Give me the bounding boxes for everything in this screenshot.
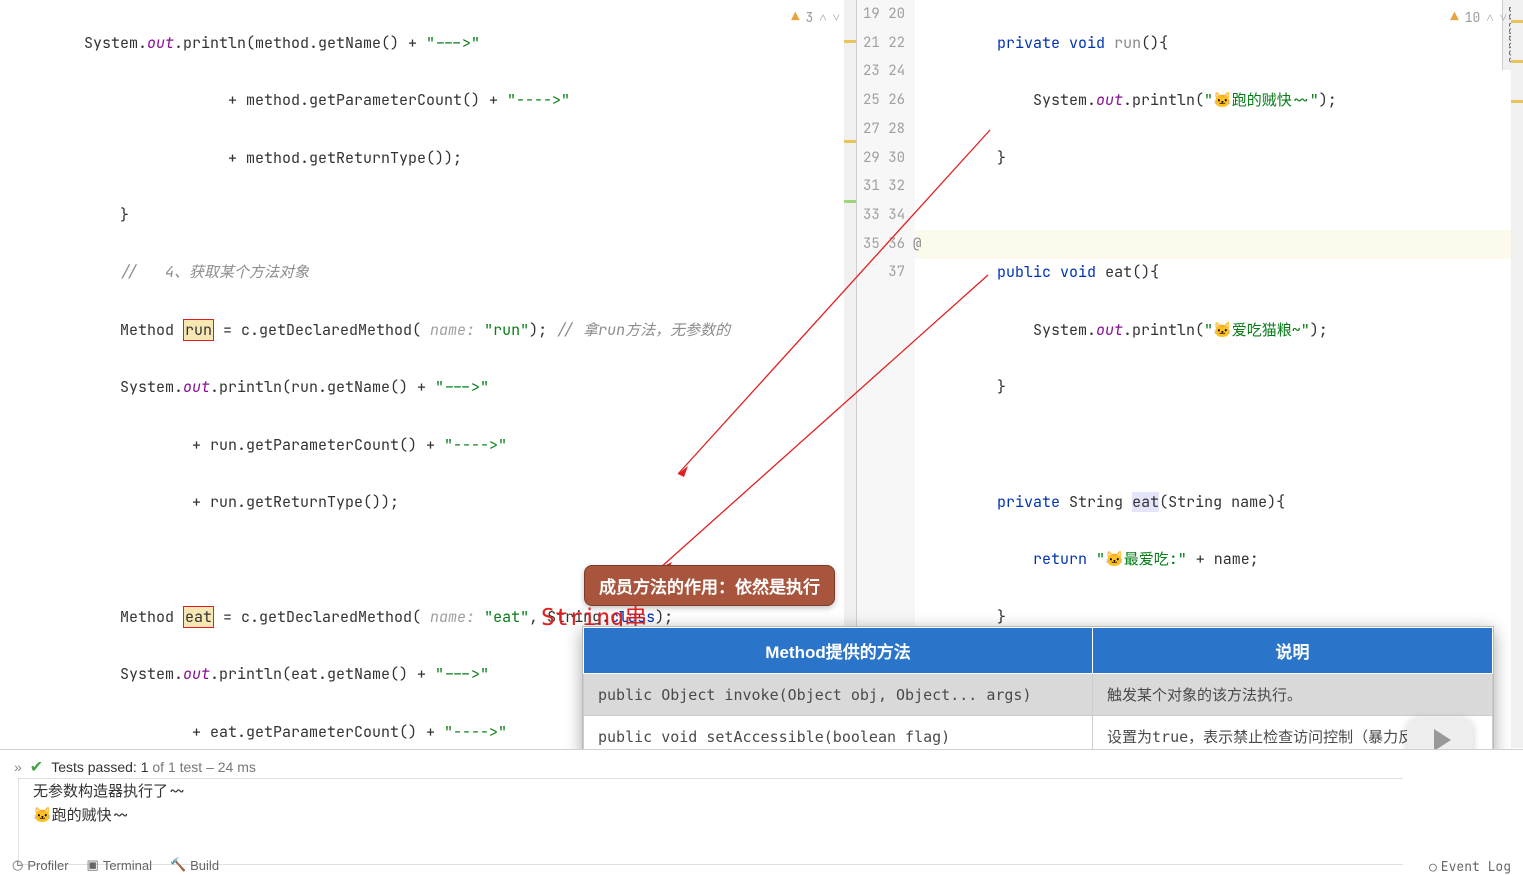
event-log-button[interactable]: ○ Event Log bbox=[1429, 858, 1511, 875]
popup-cell: 触发某个对象的该方法执行。 bbox=[1093, 674, 1493, 716]
popup-cell: public Object invoke(Object obj, Object.… bbox=[584, 674, 1093, 716]
console-line: 无参数构造器执行了~~ bbox=[33, 779, 1389, 803]
tab-terminal[interactable]: ▣ Terminal bbox=[87, 857, 152, 873]
bottom-tool-tabs[interactable]: ◷ Profiler ▣ Terminal 🔨 Build bbox=[12, 855, 219, 875]
marker-bar-right[interactable] bbox=[1511, 0, 1523, 748]
override-gutter-icon[interactable]: @ bbox=[913, 235, 921, 253]
tab-profiler[interactable]: ◷ Profiler bbox=[12, 857, 69, 873]
tab-build[interactable]: 🔨 Build bbox=[170, 857, 219, 873]
method-help-popup: Method提供的方法 说明 public Object invoke(Obje… bbox=[582, 626, 1494, 759]
tests-passed-label: Tests passed: 1 of 1 test – 24 ms bbox=[51, 759, 256, 775]
popup-th-desc: 说明 bbox=[1093, 628, 1493, 674]
check-icon: ✔ bbox=[30, 757, 43, 777]
console-line: 🐱跑的贼快~~ bbox=[33, 803, 1389, 827]
popup-th-method: Method提供的方法 bbox=[584, 628, 1093, 674]
run-console[interactable]: 无参数构造器执行了~~ 🐱跑的贼快~~ bbox=[18, 778, 1403, 865]
rerun-icon[interactable]: » bbox=[14, 759, 22, 775]
